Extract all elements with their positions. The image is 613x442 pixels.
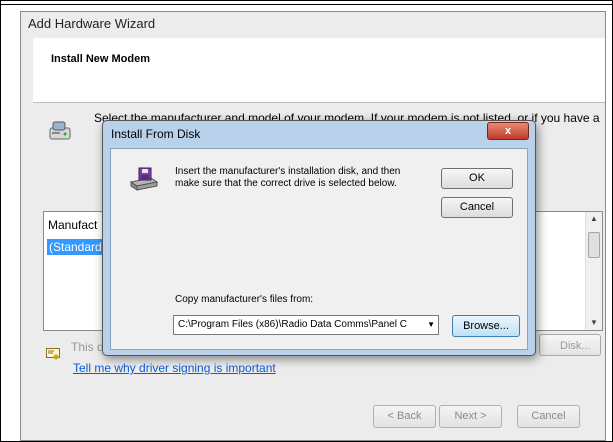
scroll-down-icon[interactable]: ▼: [590, 318, 598, 327]
manufacturer-column-header: Manufact: [48, 218, 98, 232]
ok-button[interactable]: OK: [441, 168, 513, 189]
wizard-header-panel: Install New Modem: [33, 38, 605, 103]
path-combobox[interactable]: C:\Program Files (x86)\Radio Data Comms\…: [173, 315, 439, 335]
list-item-selected[interactable]: (Standard: [47, 239, 109, 255]
browse-button[interactable]: Browse...: [452, 315, 520, 337]
wizard-title: Add Hardware Wizard: [28, 16, 156, 31]
modem-icon: [49, 121, 71, 140]
next-button[interactable]: Next >: [439, 405, 502, 428]
wizard-heading: Install New Modem: [51, 53, 151, 65]
close-icon[interactable]: x: [487, 122, 529, 140]
have-disk-label: Disk...: [560, 340, 591, 352]
scroll-up-icon[interactable]: ▲: [590, 214, 598, 223]
copy-files-label: Copy manufacturer's files from:: [175, 294, 314, 305]
list-scrollbar[interactable]: ▲ ▼: [585, 212, 602, 330]
dropdown-arrow-icon[interactable]: ▼: [427, 320, 435, 329]
wizard-cancel-button[interactable]: Cancel: [517, 405, 580, 428]
dialog-cancel-button[interactable]: Cancel: [441, 197, 513, 218]
driver-signed-text: This d: [71, 340, 104, 354]
dialog-instruction: Insert the manufacturer's installation d…: [175, 166, 401, 189]
disk-drive-icon: [129, 167, 159, 191]
driver-signing-link[interactable]: Tell me why driver signing is important: [73, 361, 276, 375]
path-value[interactable]: C:\Program Files (x86)\Radio Data Comms\…: [178, 319, 418, 330]
have-disk-button[interactable]: Disk...: [539, 334, 601, 356]
dialog-body: Insert the manufacturer's installation d…: [110, 148, 528, 350]
certificate-icon: [46, 348, 60, 360]
install-from-disk-dialog: Install From Disk x Insert the manufactu…: [102, 120, 536, 356]
back-button[interactable]: < Back: [373, 405, 436, 428]
dialog-title: Install From Disk: [111, 127, 201, 141]
frame-topline: [1, 4, 612, 5]
scroll-thumb[interactable]: [588, 232, 600, 258]
